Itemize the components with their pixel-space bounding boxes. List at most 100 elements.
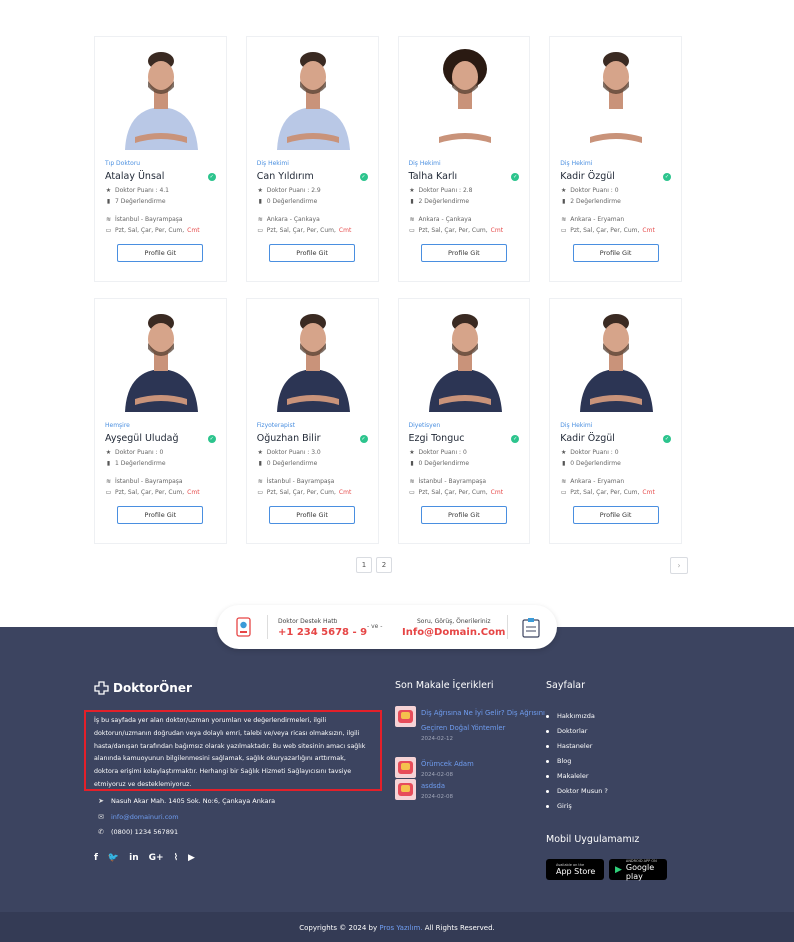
article-item[interactable]: asdsda 2024-02-08 <box>395 779 551 801</box>
star-icon: ★ <box>409 187 415 194</box>
article-title[interactable]: asdsda <box>421 779 551 794</box>
footer-link-doktor-musun[interactable]: Doktor Musun ? <box>546 784 608 799</box>
doctor-name[interactable]: Ezgi Tonguc <box>409 433 465 444</box>
doctor-name[interactable]: Kadir Özgül <box>560 433 615 444</box>
article-date: 2024-02-12 <box>421 736 453 742</box>
doctor-reviews: 7 Değerlendirme <box>115 198 166 205</box>
email-text[interactable]: info@domainuri.com <box>111 813 179 821</box>
doctor-photo[interactable] <box>550 37 681 150</box>
doctor-photo[interactable] <box>398 299 530 412</box>
verified-check-icon: ✓ <box>511 172 520 181</box>
profile-button[interactable]: Profile Git <box>420 244 507 262</box>
profile-button[interactable]: Profile Git <box>572 244 659 262</box>
article-item[interactable]: Diş Ağrısına Ne İyi Gelir? Diş Ağrısını … <box>395 706 551 743</box>
profile-button[interactable]: Profile Git <box>420 506 507 524</box>
doctor-card[interactable]: Diş Hekimi Kadir Özgül ✓ ★ Doktor Puanı : 0 ▮… <box>549 36 682 282</box>
article-title[interactable]: Diş Ağrısına Ne İyi Gelir? Diş Ağrısını … <box>421 706 551 736</box>
calendar-icon: ▭ <box>560 489 567 496</box>
article-item[interactable]: Örümcek Adam 2024-02-08 <box>395 757 551 779</box>
footer-link-makaleler[interactable]: Makaleler <box>546 769 608 784</box>
facebook-icon[interactable]: f <box>94 853 98 863</box>
doctor-location: Ankara - Çankaya <box>418 216 472 223</box>
doctor-card[interactable]: Diş Hekimi Can Yıldırım ✓ ★ Doktor Puanı : 2… <box>245 36 379 282</box>
doctor-reviews: 0 Değerlendirme <box>570 460 621 467</box>
doctor-name[interactable]: Atalay Ünsal <box>105 171 164 182</box>
footer-link-hastaneler[interactable]: Hastaneler <box>546 739 608 754</box>
footer-logo[interactable]: DoktorÖner <box>94 681 192 695</box>
verified-check-icon: ✓ <box>663 172 671 181</box>
footer-link-doktorlar[interactable]: Doktorlar <box>546 724 608 739</box>
doctor-card[interactable]: Diş Hekimi Talha Karlı ✓ ★ Doktor Puanı : 2.… <box>397 36 531 282</box>
google-play-button[interactable]: ▶ ANDROID APP ON Google play <box>609 859 667 881</box>
profile-button[interactable]: Profile Git <box>117 244 204 262</box>
doctor-specialty: Fizyoterapist <box>256 422 295 429</box>
app-store-button[interactable]: Available on the App Store <box>546 859 604 880</box>
doctor-reviews: 0 Değerlendirme <box>418 460 470 467</box>
doctor-photo[interactable] <box>550 299 681 412</box>
article-thumbnail[interactable] <box>395 757 416 778</box>
doctor-card[interactable]: Diş Hekimi Kadir Özgül ✓ ★ Doktor Puanı : 0 ▮… <box>549 298 682 544</box>
doctor-card[interactable]: Hemşire Ayşegül Uludağ ✓ ★ Doktor Puanı : 0 ▮… <box>94 298 227 544</box>
article-thumbnail[interactable] <box>395 779 416 800</box>
doctor-name[interactable]: Kadir Özgül <box>560 171 615 182</box>
doctor-name[interactable]: Ayşegül Uludağ <box>105 433 178 444</box>
page-2-button[interactable]: 2 <box>376 557 392 573</box>
location-icon: ≋ <box>409 216 415 223</box>
youtube-icon[interactable]: ▶ <box>188 853 195 863</box>
star-icon: ★ <box>409 449 415 456</box>
next-page-button[interactable]: › <box>670 557 688 574</box>
phone-text[interactable]: (0800) 1234 567891 <box>111 828 178 836</box>
profile-button[interactable]: Profile Git <box>117 506 204 524</box>
doctor-card[interactable]: Diyetisyen Ezgi Tonguc ✓ ★ Doktor Puanı : 0 ▮… <box>397 298 531 544</box>
doctor-photo-svg <box>276 314 350 412</box>
rss-icon[interactable]: ⌇ <box>174 853 178 863</box>
doctor-photo[interactable] <box>95 37 226 150</box>
doctor-days: Pzt, Sal, Çar, Per, Cum, <box>570 489 640 496</box>
profile-button[interactable]: Profile Git <box>269 506 356 524</box>
doctor-days-extra: Cmt <box>338 227 352 234</box>
doctor-name[interactable]: Oğuzhan Bilir <box>257 433 321 444</box>
article-thumbnail[interactable] <box>395 706 416 727</box>
doctor-reviews: 2 Değerlendirme <box>570 198 621 205</box>
star-icon: ★ <box>257 187 263 194</box>
doctor-card[interactable]: Tıp Doktoru Atalay Ünsal ✓ ★ Doktor Puanı : … <box>94 36 227 282</box>
doctor-photo[interactable] <box>246 299 378 412</box>
article-date: 2024-02-08 <box>421 772 453 778</box>
verified-check-icon: ✓ <box>511 434 520 443</box>
doctor-name[interactable]: Talha Karlı <box>409 171 458 182</box>
linkedin-icon[interactable]: in <box>129 853 139 863</box>
article-title[interactable]: Örümcek Adam <box>421 757 551 772</box>
doctor-photo[interactable] <box>398 37 530 150</box>
doctor-photo[interactable] <box>95 299 226 412</box>
calendar-icon: ▭ <box>257 489 264 496</box>
page-1-button[interactable]: 1 <box>356 557 372 573</box>
copyright-brand-link[interactable]: Pros Yazılım. <box>379 924 422 932</box>
location-icon: ≋ <box>105 216 112 223</box>
doctor-photo[interactable] <box>246 37 378 150</box>
doctor-score: Doktor Puanı : 0 <box>418 449 467 456</box>
copyright-bar: Copyrights © 2024 by Pros Yazılım. All R… <box>0 912 794 942</box>
support-label: Doktor Destek Hattı <box>278 618 338 625</box>
location-icon: ≋ <box>257 216 263 223</box>
location-icon: ≋ <box>257 478 263 485</box>
email-row[interactable]: ✉ info@domainuri.com <box>97 813 179 821</box>
twitter-icon[interactable]: 🐦 <box>108 853 119 863</box>
star-icon: ★ <box>105 187 112 194</box>
verified-check-icon: ✓ <box>359 172 368 181</box>
location-icon: ≋ <box>561 216 567 223</box>
doctor-score: Doktor Puanı : 2.8 <box>418 187 473 194</box>
calendar-icon: ▭ <box>257 227 264 234</box>
google-play-icon: ▶ <box>615 864 622 875</box>
google-plus-icon[interactable]: G+ <box>149 853 164 863</box>
doctor-reviews: 0 Değerlendirme <box>266 198 318 205</box>
profile-button[interactable]: Profile Git <box>269 244 356 262</box>
footer-link-hakkimizda[interactable]: Hakkımızda <box>546 709 608 724</box>
feedback-email[interactable]: Info@Domain.Com <box>402 627 505 638</box>
footer-link-giris[interactable]: Giriş <box>546 799 608 814</box>
footer-link-blog[interactable]: Blog <box>546 754 608 769</box>
support-phone[interactable]: +1 234 5678 - 9 <box>278 627 367 638</box>
doctor-card[interactable]: Fizyoterapist Oğuzhan Bilir ✓ ★ Doktor Puanı… <box>245 298 379 544</box>
mobile-title: Mobil Uygulamamız <box>546 834 640 845</box>
profile-button[interactable]: Profile Git <box>572 506 659 524</box>
doctor-name[interactable]: Can Yıldırım <box>257 171 314 182</box>
